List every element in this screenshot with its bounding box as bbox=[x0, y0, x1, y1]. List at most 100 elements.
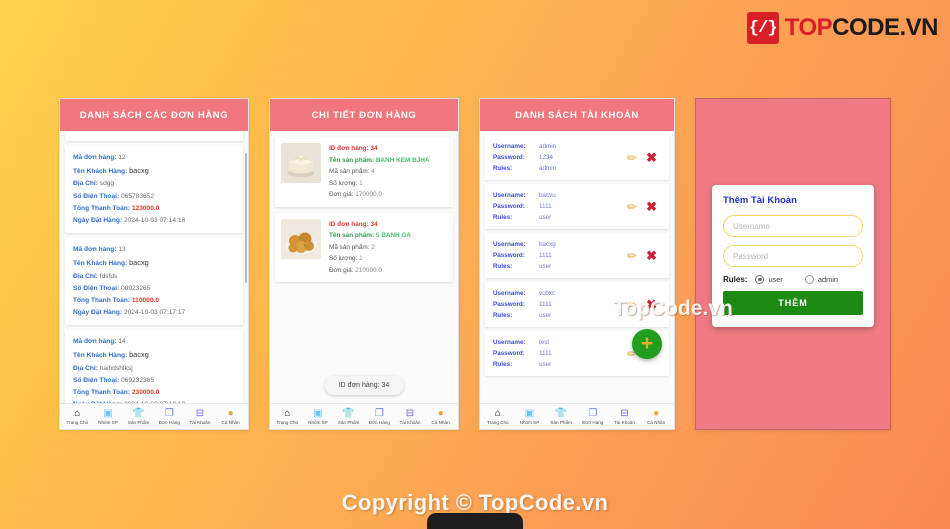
product-image-fried-chicken bbox=[281, 218, 321, 259]
radio-admin-icon[interactable] bbox=[804, 275, 814, 284]
rules-label: Rules: bbox=[493, 312, 513, 320]
password-value: 1111 bbox=[539, 350, 552, 358]
nav-label: Trang Chủ bbox=[276, 419, 299, 425]
order-card[interactable]: Mã đơn hàng: 14 Tên Khách Hàng: bacxg Đị… bbox=[65, 330, 243, 403]
nav-label: Nhóm SP bbox=[98, 419, 118, 425]
detail-product-name-label: Tên sản phẩm: bbox=[329, 232, 375, 240]
order-list-scrollbar[interactable] bbox=[245, 153, 247, 283]
order-card[interactable]: Mã đơn hàng: 13 Tên Khách Hàng: bacxg Đị… bbox=[65, 238, 243, 326]
nav-label: Nhóm SP bbox=[519, 419, 540, 425]
radio-user-icon[interactable] bbox=[755, 275, 765, 284]
bottom-nav-account-list: ⌂ Trang Chủ ▣ Nhóm SP 👕 Sản Phẩm ❐ Đơn Hàng … bbox=[480, 403, 674, 429]
account-icon: ⊟ bbox=[195, 407, 205, 419]
edit-icon[interactable]: ✏ bbox=[627, 299, 637, 311]
home-icon: ⌂ bbox=[284, 407, 291, 419]
detail-qty-label: Số lượng: bbox=[329, 179, 358, 187]
phone-screenshots-row: DANH SÁCH CÁC ĐƠN HÀNG Mã đơn hàng: 12 T… bbox=[0, 98, 950, 430]
order-detail-card[interactable]: ID đơn hàng: 34 Tên sản phẩm: 5 BANH GA … bbox=[275, 212, 453, 283]
nav-label: Sản Phẩm bbox=[337, 419, 360, 425]
total-value: 123000.0 bbox=[131, 204, 160, 212]
bottom-nav-order-detail: ⌂ Trang Chủ ▣ Nhóm SP 👕 Sản Phẩm ❐ Đơn Hàng … bbox=[270, 403, 458, 429]
edit-icon[interactable]: ✏ bbox=[627, 201, 637, 213]
nav-label: Nhóm SP bbox=[308, 419, 328, 425]
nav-item-tai-khoan[interactable]: ⊟ Tài Khoản bbox=[609, 408, 639, 425]
order-card-partial-top[interactable] bbox=[65, 131, 243, 141]
account-row[interactable]: Username: bacxg Password: 1111 Rules: user … bbox=[485, 233, 669, 279]
account-row[interactable]: Username: vcbxc Password: 1111 Rules: user … bbox=[485, 282, 669, 328]
customer-name-value: bacxg bbox=[129, 350, 149, 360]
order-detail-card[interactable]: ID đơn hàng: 34 Tên sản phẩm: BANH KEM B… bbox=[275, 137, 453, 207]
account-row[interactable]: Username: admin Password: 1234 Rules: admin… bbox=[485, 135, 669, 181]
rules-label: Rules: bbox=[493, 263, 513, 271]
nav-item-don-hang[interactable]: ❐ Đơn Hàng bbox=[364, 408, 394, 425]
phone-label: Số Điện Thoại: bbox=[73, 376, 120, 384]
username-label: Username: bbox=[493, 192, 526, 200]
nav-item-ca-nhan[interactable]: ● Cá Nhân bbox=[641, 408, 671, 425]
phone-order-detail: CHI TIẾT ĐƠN HÀNG ID đơn hàng: 34 Tên sả… bbox=[269, 98, 459, 430]
delete-icon[interactable]: ✖ bbox=[646, 200, 657, 213]
edit-icon[interactable]: ✏ bbox=[627, 152, 637, 164]
password-value: 1111 bbox=[539, 301, 552, 309]
nav-item-trang-chu[interactable]: ⌂ Trang Chủ bbox=[272, 407, 302, 425]
detail-product-name-label: Tên sản phẩm: bbox=[329, 156, 375, 164]
delete-icon[interactable]: ✖ bbox=[646, 298, 657, 311]
edit-icon[interactable]: ✏ bbox=[627, 250, 637, 262]
nav-item-tai-khoan[interactable]: ⊟ Tài Khoản bbox=[395, 408, 425, 425]
order-code-label: Mã đơn hàng: bbox=[73, 338, 117, 346]
nav-item-nhom-sp[interactable]: ▣ Nhóm SP bbox=[514, 407, 544, 425]
screen-order-list: Mã đơn hàng: 12 Tên Khách Hàng: bacxg Đị… bbox=[60, 131, 248, 403]
nav-item-san-pham[interactable]: 👕 Sản Phẩm bbox=[546, 408, 576, 425]
rules-radio-group: Rules: user admin bbox=[723, 275, 863, 284]
detail-id-value: 34 bbox=[370, 145, 378, 152]
box-icon: ▣ bbox=[524, 407, 535, 419]
nav-item-trang-chu[interactable]: ⌂ Trang Chủ bbox=[62, 408, 92, 425]
date-label: Ngày Đặt Hàng: bbox=[73, 216, 123, 224]
nav-item-nhom-sp[interactable]: ▣ Nhóm SP bbox=[303, 407, 333, 425]
detail-product-code-label: Mã sản phẩm: bbox=[329, 168, 370, 176]
order-card[interactable]: Mã đơn hàng: 12 Tên Khách Hàng: bacxg Đị… bbox=[65, 146, 243, 234]
box-icon: ▣ bbox=[313, 407, 323, 419]
nav-item-trang-chu[interactable]: ⌂ Trang Chủ bbox=[483, 407, 513, 425]
order-detail-scroll[interactable]: ID đơn hàng: 34 Tên sản phẩm: BANH KEM B… bbox=[270, 131, 458, 403]
logo-code-text: CODE bbox=[832, 14, 900, 41]
add-account-fab[interactable]: + bbox=[632, 329, 662, 359]
nav-item-san-pham[interactable]: 👕 Sản Phẩm bbox=[334, 408, 364, 425]
address-label: Địa Chỉ: bbox=[73, 364, 98, 372]
nav-label: Trang Chủ bbox=[487, 419, 509, 425]
nav-item-ca-nhan[interactable]: ● Cá Nhân bbox=[426, 407, 456, 425]
nav-item-don-hang[interactable]: ❐ Đơn Hàng bbox=[154, 408, 184, 425]
box-icon: ▣ bbox=[103, 407, 113, 419]
topcode-logo-text: TOPCODE.VN bbox=[785, 14, 939, 42]
order-list-scroll[interactable]: Mã đơn hàng: 12 Tên Khách Hàng: bacxg Đị… bbox=[60, 131, 248, 403]
nav-item-ca-nhan[interactable]: ● Cá Nhân bbox=[216, 408, 246, 425]
home-icon: ⌂ bbox=[494, 407, 501, 419]
username-label: Username: bbox=[493, 143, 526, 150]
username-input[interactable]: Username bbox=[723, 215, 863, 237]
password-input[interactable]: Password bbox=[723, 245, 863, 267]
account-row[interactable]: Username: bacvu Password: 1111 Rules: user … bbox=[485, 184, 669, 230]
order-code-label: Mã đơn hàng: bbox=[73, 246, 117, 254]
detail-id-label: ID đơn hàng: bbox=[329, 145, 369, 152]
username-value: bacvu bbox=[539, 192, 556, 200]
detail-product-name-value: 5 BANH GA bbox=[375, 232, 412, 240]
delete-icon[interactable]: ✖ bbox=[646, 249, 657, 262]
nav-item-nhom-sp[interactable]: ▣ Nhóm SP bbox=[93, 407, 123, 425]
order-code-label: Mã đơn hàng: bbox=[73, 154, 117, 161]
password-label: Password: bbox=[493, 301, 525, 309]
username-label: Username: bbox=[493, 339, 526, 347]
address-label: Địa Chỉ: bbox=[73, 272, 98, 280]
appbar-account-list: DANH SÁCH TÀI KHOẢN bbox=[480, 99, 674, 131]
password-value: 1111 bbox=[539, 203, 552, 211]
nav-item-san-pham[interactable]: 👕 Sản Phẩm bbox=[124, 408, 154, 425]
detail-id-label: ID đơn hàng: bbox=[329, 220, 369, 228]
nav-label: Tài Khoản bbox=[399, 419, 421, 425]
submit-add-account-button[interactable]: THÊM bbox=[723, 291, 863, 315]
delete-icon[interactable]: ✖ bbox=[646, 151, 657, 164]
radio-option-admin[interactable]: admin bbox=[791, 275, 838, 284]
person-icon: ● bbox=[437, 407, 444, 419]
nav-item-tai-khoan[interactable]: ⊟ Tài Khoản bbox=[185, 407, 215, 425]
account-list-scroll[interactable]: Username: admin Password: 1234 Rules: admin… bbox=[480, 131, 674, 403]
nav-item-don-hang[interactable]: ❐ Đơn Hàng bbox=[578, 408, 608, 425]
radio-option-user[interactable]: user bbox=[755, 275, 783, 284]
detail-product-code-value: 4 bbox=[371, 168, 375, 176]
